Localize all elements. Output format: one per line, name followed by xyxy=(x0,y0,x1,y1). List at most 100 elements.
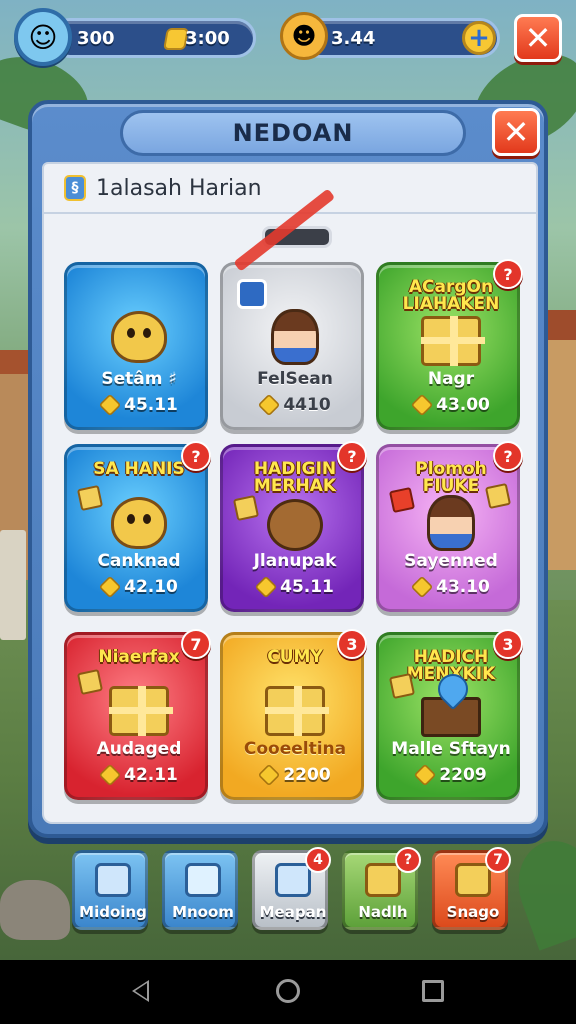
gold-bar-icon: § xyxy=(64,175,86,201)
cube-icon xyxy=(76,484,104,512)
chest-icon xyxy=(109,681,173,741)
notification-badge: ? xyxy=(493,259,523,289)
item-name: Setâm ♯ xyxy=(101,369,177,389)
close-icon: ✕ xyxy=(502,113,530,151)
tab-label: Mnoom xyxy=(172,903,234,921)
player-avatar[interactable]: ☺ xyxy=(14,8,72,66)
item-price-value: 45.11 xyxy=(280,577,334,597)
item-name: Malle Sftayn xyxy=(391,739,511,759)
item-price: 42.10 xyxy=(67,575,211,599)
item-name: Jlanupak xyxy=(253,551,337,571)
ice-cube-icon xyxy=(185,863,221,897)
back-icon[interactable] xyxy=(132,980,149,1002)
item-name: FelSean xyxy=(257,369,333,389)
add-currency-button[interactable]: + xyxy=(462,21,496,55)
close-icon: ✕ xyxy=(524,19,552,57)
item-price-value: 42.11 xyxy=(124,765,178,785)
item-name: Nagr xyxy=(427,369,475,389)
cube-icon xyxy=(388,486,416,514)
item-price: 43.00 xyxy=(379,393,523,417)
shop-item-card[interactable]: Niaerfax 7 Audaged 42.11 xyxy=(64,629,211,800)
item-name: Cooeeltina xyxy=(243,739,347,759)
item-price-value: 43.10 xyxy=(436,577,490,597)
item-price-value: 4410 xyxy=(283,395,331,415)
item-price-value: 42.10 xyxy=(124,577,178,597)
chest-icon xyxy=(455,863,491,897)
tab-meapan[interactable]: 4 Meapan xyxy=(252,847,331,930)
currency-bar-1: 300 3:00 xyxy=(50,18,256,58)
background-rock xyxy=(0,880,70,940)
item-name: Sayenned xyxy=(404,551,498,571)
notification-badge: 4 xyxy=(305,847,331,873)
background-chair xyxy=(0,530,26,640)
cube-icon xyxy=(76,668,104,696)
close-button[interactable]: ✕ xyxy=(514,14,562,62)
cube-icon xyxy=(95,863,131,897)
item-price: 45.11 xyxy=(223,575,367,599)
chest-icon xyxy=(265,681,329,741)
dialog-title-bar: NEDOAN xyxy=(120,110,466,156)
tab-label: Nadlh xyxy=(358,903,408,921)
notification-badge: ? xyxy=(337,441,367,471)
critter-icon xyxy=(109,493,169,553)
item-price: 45.11 xyxy=(67,393,211,417)
item-price-value: 45.11 xyxy=(124,395,178,415)
coin-icon xyxy=(98,393,122,417)
cube-icon xyxy=(275,863,311,897)
shop-item-card[interactable]: Setâm ♯ 45.11 xyxy=(64,262,208,430)
notification-badge: ? xyxy=(493,441,523,471)
dialog-close-button[interactable]: ✕ xyxy=(492,108,540,156)
avatar-face-icon: ☺ xyxy=(28,20,58,54)
item-grid: Setâm ♯ 45.11 FelSean 4410 ACargOn LIAHA… xyxy=(42,188,538,824)
recent-apps-icon[interactable] xyxy=(422,980,444,1002)
dialog-subtitle: 1alasah Harian xyxy=(96,175,262,201)
tab-midoing[interactable]: Midoing xyxy=(72,850,148,930)
item-name: Audaged xyxy=(96,739,182,759)
beaver-icon xyxy=(265,495,325,555)
item-price-value: 2200 xyxy=(283,765,331,785)
dialog-subheader: § 1alasah Harian xyxy=(42,162,538,214)
currency-value-3: 3.44 xyxy=(331,28,376,49)
tab-mnoom[interactable]: Mnoom xyxy=(162,850,238,930)
item-price: 4410 xyxy=(223,393,367,417)
tab-snago[interactable]: 7 Snago xyxy=(432,847,511,930)
character-face-icon: ☻ xyxy=(280,12,328,60)
notification-badge: ? xyxy=(181,441,211,471)
coin-icon xyxy=(410,393,434,417)
shop-item-card[interactable]: CUMY 3 Cooeeltina 2200 xyxy=(220,629,367,800)
shop-item-card[interactable]: FelSean 4410 xyxy=(220,188,367,430)
dialog-title: NEDOAN xyxy=(232,119,354,147)
shop-item-card[interactable]: HADIGIN MERHAK ? Jlanupak 45.11 xyxy=(220,441,367,612)
item-price-value: 43.00 xyxy=(436,395,490,415)
currency-value-1: 300 xyxy=(77,28,115,49)
cube-icon xyxy=(484,482,512,510)
chest-icon xyxy=(365,863,401,897)
tab-nadlh[interactable]: ? Nadlh xyxy=(342,847,421,930)
item-price: 2200 xyxy=(223,763,367,787)
cube-icon xyxy=(232,494,260,522)
anvil-icon xyxy=(421,687,481,747)
cube-icon xyxy=(388,672,416,700)
chest-icon xyxy=(421,311,485,371)
item-price-value: 2209 xyxy=(439,765,487,785)
shop-item-card[interactable]: HADICH MENXKIK 3 Malle Sftayn 2209 xyxy=(376,629,523,800)
system-nav-bar xyxy=(0,960,576,1024)
tab-label: Snago xyxy=(446,903,500,921)
coin-icon xyxy=(254,575,278,599)
item-price: 42.11 xyxy=(67,763,211,787)
shop-dialog: NEDOAN ✕ § 1alasah Harian Setâm ♯ 45.11 … xyxy=(28,100,548,838)
person-icon xyxy=(421,493,481,553)
shop-item-card[interactable]: Plomoh FIUKE ? Sayenned 43.10 xyxy=(376,441,523,612)
shop-item-card[interactable]: ACargOn LIAHAKEN ? Nagr 43.00 xyxy=(376,259,523,430)
coin-icon xyxy=(98,763,122,787)
shop-item-card[interactable]: SA HANIS ? Canknad 42.10 xyxy=(64,441,211,612)
coin-icon xyxy=(258,393,281,417)
home-icon[interactable] xyxy=(276,979,300,1003)
notification-badge: 3 xyxy=(493,629,523,659)
coin-icon xyxy=(410,575,434,599)
item-price: 2209 xyxy=(379,763,523,787)
notification-badge: 7 xyxy=(181,629,211,659)
item-name: Canknad xyxy=(97,551,181,571)
tab-label: Midoing xyxy=(79,903,147,921)
person-icon xyxy=(265,307,325,367)
